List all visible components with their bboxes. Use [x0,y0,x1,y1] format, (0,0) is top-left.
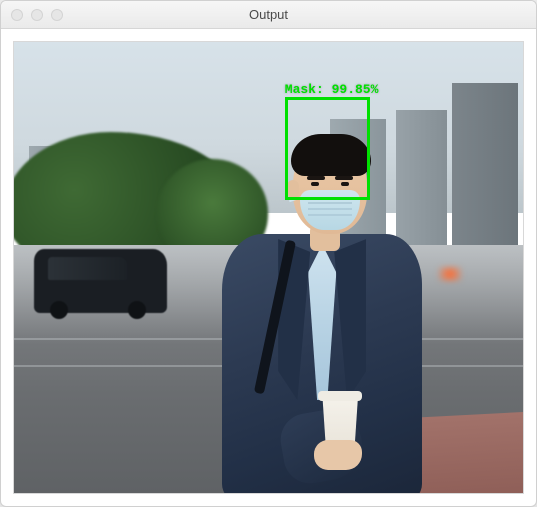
minimize-icon[interactable] [31,9,43,21]
scene: Mask: 99.85% [14,42,523,493]
detection-confidence: 99.85% [332,82,379,97]
detection-label: Mask: 99.85% [285,82,379,97]
vehicle-window [48,257,127,280]
traffic-lights [1,9,63,21]
building [452,83,518,245]
detection-label-prefix: Mask: [285,82,332,97]
app-window: Output [0,0,537,507]
blazer-lapel [334,239,366,400]
zoom-icon[interactable] [51,9,63,21]
close-icon[interactable] [11,9,23,21]
coffee-cup-lid [318,391,362,401]
detection-bounding-box: Mask: 99.85% [285,97,371,200]
titlebar[interactable]: Output [1,1,536,29]
window-title: Output [1,7,536,22]
vehicle [34,249,166,312]
torso [222,234,422,494]
content-area: Mask: 99.85% [1,29,536,506]
output-image: Mask: 99.85% [13,41,524,494]
hand [314,440,362,470]
